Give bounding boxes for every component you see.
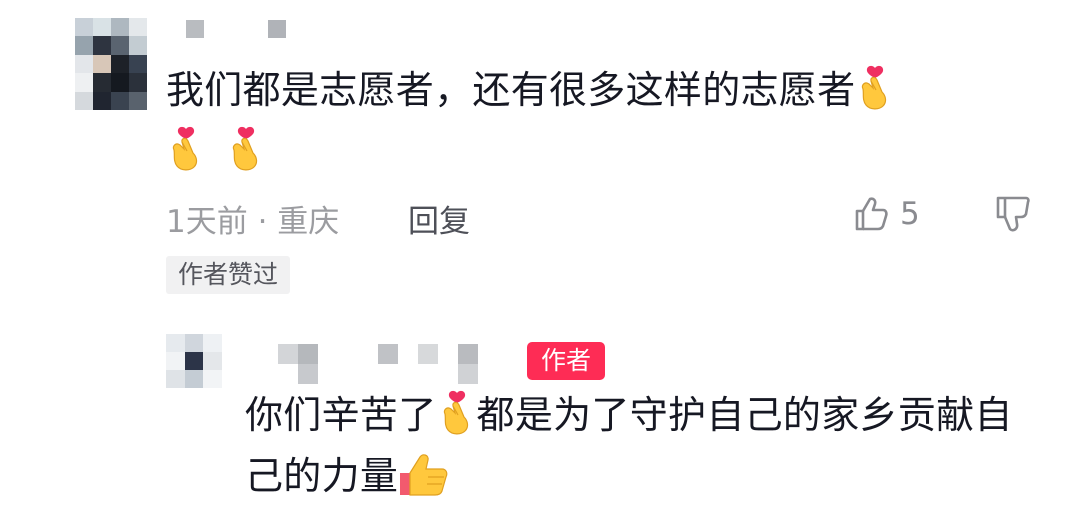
like-count: 5 [900, 196, 920, 232]
reply-avatar[interactable] [166, 334, 222, 388]
thumbs-up-icon [398, 451, 450, 511]
comment-time-location: 1天前 · 重庆 [166, 204, 340, 240]
author-liked-tag: 作者赞过 [166, 256, 291, 294]
comment-text-body: 我们都是志愿者，还有很多这样的志愿者 [166, 68, 856, 112]
finger-heart-icon [855, 65, 895, 125]
reply-button[interactable]: 回复 [408, 196, 470, 241]
commenter-avatar[interactable] [75, 18, 147, 110]
dislike-button[interactable] [994, 194, 1032, 238]
like-button[interactable]: 5 [852, 194, 920, 234]
finger-heart-icon [437, 390, 477, 450]
reply-text-part1: 你们辛苦了 [245, 393, 437, 437]
comment-text: 我们都是志愿者，还有很多这样的志愿者 [166, 64, 986, 186]
author-badge: 作者 [527, 342, 605, 380]
reply-author-name-blurred[interactable] [258, 344, 498, 388]
reply-text: 你们辛苦了 都是为了守护自己的家乡贡献自己的力量 [245, 389, 1045, 511]
finger-heart-icon [226, 126, 266, 186]
finger-heart-icon [166, 126, 206, 186]
commenter-name-blurred[interactable] [186, 20, 286, 40]
thumbs-up-outline-icon[interactable] [852, 195, 890, 233]
thumbs-down-outline-icon[interactable] [994, 194, 1032, 234]
